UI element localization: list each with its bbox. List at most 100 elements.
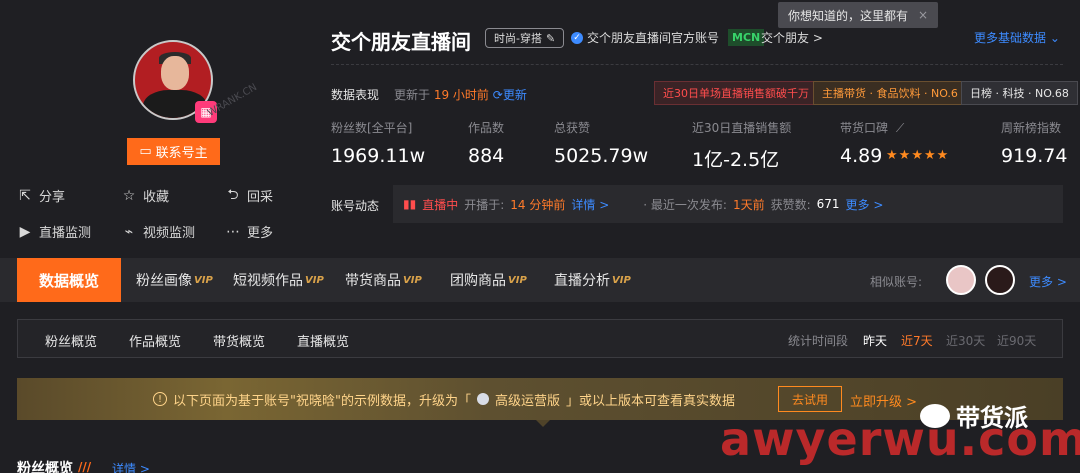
range-yesterday[interactable]: 昨天 — [863, 332, 887, 349]
last-publish-prefix: · 最近一次发布: — [643, 197, 727, 212]
mcn-badge: MCN — [728, 29, 765, 46]
achievement-tag[interactable]: 近30日单场直播销售额破千万 — [654, 81, 818, 105]
tab-products[interactable]: 带货商品 VIP — [345, 258, 422, 302]
similar-account-avatar[interactable] — [946, 265, 976, 295]
stat-value-likes: 5025.79w — [554, 145, 649, 167]
vip-badge: VIP — [403, 274, 422, 286]
notice-text-after: 」或以上版本可查看真实数据 — [565, 393, 735, 409]
tab-label: 直播分析 — [554, 273, 610, 289]
close-icon[interactable]: × — [918, 8, 928, 22]
dynamics-more-link[interactable]: 更多 > — [846, 196, 884, 213]
message-icon: ▭ — [139, 144, 152, 159]
video-monitor-label: 视频监测 — [143, 226, 196, 241]
more-basic-data-link[interactable]: 更多基础数据 ⌄ — [974, 29, 1060, 46]
stat-value-reputation: 4.89 — [840, 145, 883, 167]
contact-owner-button[interactable]: ▭ 联系号主 — [127, 138, 220, 165]
refresh-button[interactable]: ⟳更新 — [493, 88, 527, 102]
more-actions-button[interactable]: ⋯ 更多 — [225, 222, 274, 242]
tab-short-videos[interactable]: 短视频作品 VIP — [233, 258, 324, 302]
dynamics-label: 账号动态 — [331, 199, 380, 213]
star-icon: ★ — [936, 148, 950, 163]
back-collect-button[interactable]: ⮌ 回采 — [225, 186, 274, 206]
category-tag[interactable]: 时尚-穿搭 ✎ — [485, 28, 565, 48]
video-monitor-button[interactable]: ⌁ 视频监测 — [121, 222, 196, 242]
subtab-live-overview[interactable]: 直播概览 — [297, 331, 349, 350]
stat-label-live-sales: 近30日直播销售额 — [692, 121, 792, 135]
tab-label: 短视频作品 — [233, 273, 303, 289]
reputation-label: 带货口碑 — [840, 121, 889, 135]
notice-caret — [536, 420, 550, 427]
section-detail-link[interactable]: 详情 > — [112, 460, 150, 473]
tooltip: 你想知道的，这里都有 × — [778, 2, 939, 28]
rank-tag-tech[interactable]: 日榜 · 科技 · NO.68 — [961, 81, 1078, 105]
rating-stars: ★★★★★ — [886, 148, 949, 163]
share-label: 分享 — [39, 190, 66, 205]
star-icon: ★ — [911, 148, 924, 163]
stat-label-weekly-index: 周新榜指数 — [1001, 121, 1062, 135]
favorite-button[interactable]: ☆ 收藏 — [121, 186, 169, 206]
notice-tier: 高级运营版 — [494, 393, 560, 409]
mcn-link[interactable]: 交个朋友 > — [761, 29, 823, 46]
vip-badge: VIP — [508, 274, 527, 286]
stat-label-fans: 粉丝数[全平台] — [331, 121, 413, 135]
info-icon: ! — [153, 392, 167, 406]
updated-prefix: 更新于 — [394, 88, 431, 102]
tab-group-buy[interactable]: 团购商品 VIP — [450, 258, 527, 302]
tab-fan-profile[interactable]: 粉丝画像 VIP — [136, 258, 213, 302]
upgrade-link[interactable]: 立即升级 > — [850, 391, 917, 410]
likes-prefix: 获赞数: — [770, 197, 811, 212]
tab-label: 带货商品 — [345, 273, 401, 289]
notice-text: 以下页面为基于账号"祝晓晗"的示例数据，升级为「 — [173, 393, 471, 409]
stat-label-reputation: 带货口碑 ⟋ — [840, 119, 904, 136]
star-icon: ★ — [886, 148, 899, 163]
likes-value: 671 — [816, 197, 840, 211]
section-title: 粉丝概览 — [17, 461, 73, 473]
back-collect-label: 回采 — [247, 190, 274, 205]
trend-chart-icon[interactable]: ⟋ — [896, 121, 904, 135]
wechat-icon — [920, 403, 950, 428]
account-name: 交个朋友直播间 — [331, 30, 471, 54]
divider — [331, 64, 1063, 65]
try-button[interactable]: 去试用 — [778, 386, 842, 412]
live-status: 直播中 — [422, 197, 459, 212]
watermark-brand-text: 带货派 — [956, 404, 1028, 432]
tab-data-overview[interactable]: 数据概览 — [17, 258, 121, 302]
verified-icon: ✓ — [571, 31, 583, 44]
similar-account-avatar[interactable] — [985, 265, 1015, 295]
subtab-fans-overview[interactable]: 粉丝概览 — [45, 331, 97, 350]
share-button[interactable]: ⇱ 分享 — [17, 186, 66, 206]
vip-badge: VIP — [612, 274, 631, 286]
performance-label: 数据表现 — [331, 88, 380, 102]
stat-label-likes: 总获赞 — [554, 121, 591, 135]
subtab-sales-overview[interactable]: 带货概览 — [213, 331, 265, 350]
range-7-days[interactable]: 近7天 — [901, 332, 933, 349]
watermark-brand: 带货派 — [920, 398, 1028, 433]
update-info: 更新于 19 小时前 ⟳更新 — [394, 86, 527, 103]
vip-badge: VIP — [305, 274, 324, 286]
range-30-days[interactable]: 近30天 — [946, 332, 985, 349]
edit-icon[interactable]: ✎ — [546, 32, 555, 45]
more-icon: ⋯ — [226, 223, 240, 240]
live-monitor-icon: ▶ — [19, 223, 31, 240]
star-icon: ☆ — [122, 187, 136, 204]
tier-icon — [476, 393, 489, 405]
similar-more-link[interactable]: 更多 > — [1029, 273, 1067, 290]
rank-tag-food[interactable]: 主播带货 · 食品饮料 · NO.6 — [813, 81, 967, 105]
live-details-link[interactable]: 详情 > — [571, 196, 609, 213]
more-actions-label: 更多 — [247, 226, 274, 241]
live-monitor-label: 直播监测 — [39, 226, 92, 241]
star-icon: ★ — [923, 148, 937, 163]
stat-value-fans: 1969.11w — [331, 145, 426, 167]
live-monitor-button[interactable]: ▶ 直播监测 — [17, 222, 92, 242]
subtab-works-overview[interactable]: 作品概览 — [129, 331, 181, 350]
verified-label: 交个朋友直播间官方账号 — [587, 31, 720, 45]
tab-label: 团购商品 — [450, 273, 506, 289]
refresh-label: 更新 — [502, 88, 527, 102]
tab-live-analysis[interactable]: 直播分析 VIP — [554, 258, 631, 302]
tab-label: 粉丝画像 — [136, 273, 192, 289]
vip-badge: VIP — [194, 274, 213, 286]
range-90-days[interactable]: 近90天 — [997, 332, 1036, 349]
stat-value-weekly-index: 919.74 — [1001, 145, 1068, 167]
tooltip-text: 你想知道的，这里都有 — [788, 8, 909, 23]
updated-value: 19 小时前 — [433, 88, 489, 102]
